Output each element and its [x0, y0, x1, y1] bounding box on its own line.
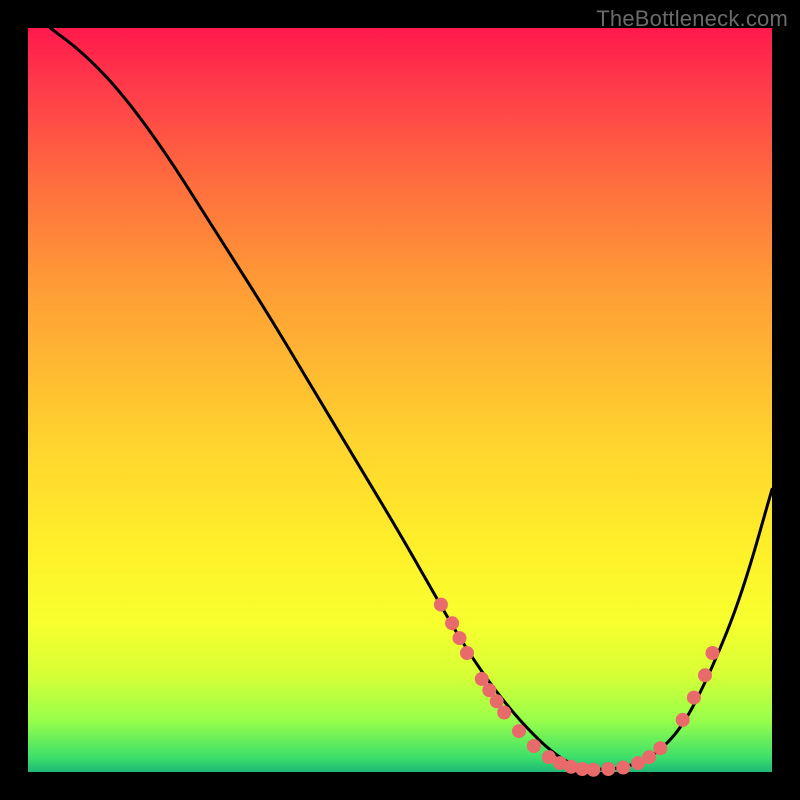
data-point	[601, 762, 615, 776]
data-point	[512, 724, 526, 738]
chart-svg	[28, 28, 772, 772]
data-point	[527, 739, 541, 753]
data-point	[497, 706, 511, 720]
data-point	[698, 668, 712, 682]
data-point	[616, 761, 630, 775]
data-point	[445, 616, 459, 630]
curve-line	[50, 28, 772, 769]
data-points-group	[434, 598, 720, 777]
data-point	[642, 750, 656, 764]
data-point	[653, 741, 667, 755]
data-point	[706, 646, 720, 660]
data-point	[460, 646, 474, 660]
data-point	[687, 691, 701, 705]
data-point	[586, 763, 600, 777]
data-point	[676, 713, 690, 727]
data-point	[453, 631, 467, 645]
data-point	[434, 598, 448, 612]
